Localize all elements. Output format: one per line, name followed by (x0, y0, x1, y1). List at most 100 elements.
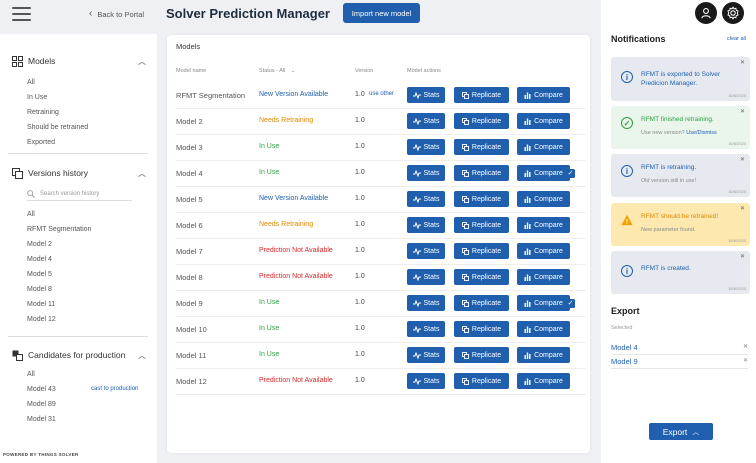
compare-button[interactable]: Compare (517, 269, 570, 285)
compare-button[interactable]: Compare (517, 165, 570, 181)
use-other-link[interactable]: use other (369, 91, 394, 97)
compare-button[interactable]: Compare (517, 373, 570, 389)
sidebar-item[interactable]: Model 4 (0, 252, 157, 267)
stats-button[interactable]: Stats (407, 243, 445, 259)
stats-icon (412, 117, 421, 125)
close-icon[interactable]: ✕ (743, 357, 748, 364)
model-name: Model 4 (176, 169, 203, 178)
replicate-button[interactable]: Replicate (454, 373, 509, 389)
table-row: Model 6 Needs Retraining 1.0 Stats Replicate… (176, 213, 586, 239)
sidebar-item[interactable]: All (0, 367, 157, 382)
close-icon[interactable]: ✕ (740, 59, 745, 66)
replicate-button[interactable]: Replicate (454, 217, 509, 233)
model-name: Model 9 (176, 299, 203, 308)
export-button[interactable]: Export ︿ (649, 423, 713, 440)
sidebar-item[interactable]: Retraining (0, 105, 157, 120)
compare-button[interactable]: Compare (517, 113, 570, 129)
replicate-button[interactable]: Replicate (454, 113, 509, 129)
bar-chart-icon (524, 196, 531, 203)
model-status: In Use (259, 351, 280, 358)
hamburger-menu-icon[interactable] (12, 7, 31, 21)
stats-button[interactable]: Stats (407, 321, 445, 337)
export-checkbox[interactable]: ✓ (566, 169, 575, 178)
compare-button-label: Compare (534, 325, 563, 333)
replicate-button[interactable]: Replicate (454, 347, 509, 363)
sidebar-item[interactable]: Model 89 (0, 397, 157, 412)
stats-button[interactable]: Stats (407, 217, 445, 233)
models-section-header[interactable]: Models ︿ (0, 53, 157, 69)
sidebar-item[interactable]: In Use (0, 90, 157, 105)
close-icon[interactable]: ✕ (743, 343, 748, 350)
close-icon[interactable]: ✕ (740, 253, 745, 260)
compare-button[interactable]: Compare (517, 295, 570, 311)
compare-button[interactable]: Compare (517, 321, 570, 337)
notification-text: RFMT finished retraining. (641, 116, 714, 123)
user-icon[interactable] (695, 2, 717, 24)
replicate-button[interactable]: Replicate (454, 295, 509, 311)
stats-button[interactable]: Stats (407, 87, 445, 103)
export-checkbox[interactable]: ✓ (566, 299, 575, 308)
sidebar-item[interactable]: Model 11 (0, 297, 157, 312)
replicate-button-label: Replicate (471, 117, 502, 125)
replicate-button-label: Replicate (471, 91, 502, 99)
notification-card: ! RFMT should be retrained! New parameter … (611, 203, 750, 246)
table-row: Model 5 New Version Available 1.0 Stats Repl… (176, 187, 586, 213)
replicate-button[interactable]: Replicate (454, 191, 509, 207)
info-icon: i (621, 71, 633, 83)
chevron-up-icon[interactable]: ︿ (138, 56, 146, 67)
sidebar-item[interactable]: Model 31 (0, 412, 157, 427)
cast-to-production-link[interactable]: cast to production (91, 382, 138, 397)
sidebar-item[interactable]: All (0, 207, 157, 222)
sidebar-item[interactable]: Model 2 (0, 237, 157, 252)
copy-icon (461, 377, 469, 385)
sidebar-item[interactable]: Exported (0, 135, 157, 150)
stats-button[interactable]: Stats (407, 165, 445, 181)
replicate-button[interactable]: Replicate (454, 87, 509, 103)
gear-icon[interactable] (722, 2, 744, 24)
sidebar-item[interactable]: Should be retrained (0, 120, 157, 135)
close-icon[interactable]: ✕ (740, 205, 745, 212)
notification-subtext: Old version still in use! (641, 178, 696, 184)
stats-button[interactable]: Stats (407, 269, 445, 285)
stats-button[interactable]: Stats (407, 113, 445, 129)
stats-button-label: Stats (423, 325, 440, 333)
compare-button[interactable]: Compare (517, 87, 570, 103)
sidebar-item[interactable]: Model 5 (0, 267, 157, 282)
sidebar-item[interactable]: Model 12 (0, 312, 157, 327)
stats-button[interactable]: Stats (407, 295, 445, 311)
version-search-input[interactable]: Search version history (27, 187, 132, 201)
sidebar-item[interactable]: Model 8 (0, 282, 157, 297)
search-icon (27, 189, 35, 198)
model-name: Model 2 (176, 117, 203, 126)
compare-button[interactable]: Compare (517, 191, 570, 207)
replicate-button[interactable]: Replicate (454, 243, 509, 259)
sidebar-item[interactable]: RFMT Segmentation (0, 222, 157, 237)
stats-button[interactable]: Stats (407, 347, 445, 363)
compare-button[interactable]: Compare (517, 347, 570, 363)
sidebar-item[interactable]: Model 43 cast to production (0, 382, 157, 397)
stats-button[interactable]: Stats (407, 139, 445, 155)
stats-button[interactable]: Stats (407, 373, 445, 389)
sidebar-item-label: Model 43 (27, 386, 56, 393)
sidebar-item[interactable]: All (0, 75, 157, 90)
chevron-up-icon[interactable]: ︿ (138, 350, 146, 361)
versions-section-header[interactable]: Versions history ︿ (0, 165, 157, 181)
import-new-model-button[interactable]: Import new model (343, 3, 420, 23)
compare-button[interactable]: Compare (517, 139, 570, 155)
compare-button[interactable]: Compare (517, 217, 570, 233)
clear-all-link[interactable]: clear all (727, 36, 746, 42)
replicate-button[interactable]: Replicate (454, 321, 509, 337)
sidebar-item-label: Should be retrained (27, 124, 89, 131)
candidates-section-header[interactable]: Candidates for production ︿ (0, 347, 157, 363)
chevron-up-icon[interactable]: ︿ (138, 168, 146, 179)
replicate-button[interactable]: Replicate (454, 139, 509, 155)
stats-button[interactable]: Stats (407, 191, 445, 207)
back-to-portal-link[interactable]: ‹ Back to Portal (89, 9, 144, 19)
close-icon[interactable]: ✕ (740, 108, 745, 115)
status-filter-dropdown[interactable]: Status - All ⌄ (259, 68, 295, 74)
replicate-button[interactable]: Replicate (454, 165, 509, 181)
close-icon[interactable]: ✕ (740, 156, 745, 163)
compare-button[interactable]: Compare (517, 243, 570, 259)
use-dismiss-link[interactable]: Use/Dismiss (686, 130, 717, 136)
replicate-button[interactable]: Replicate (454, 269, 509, 285)
